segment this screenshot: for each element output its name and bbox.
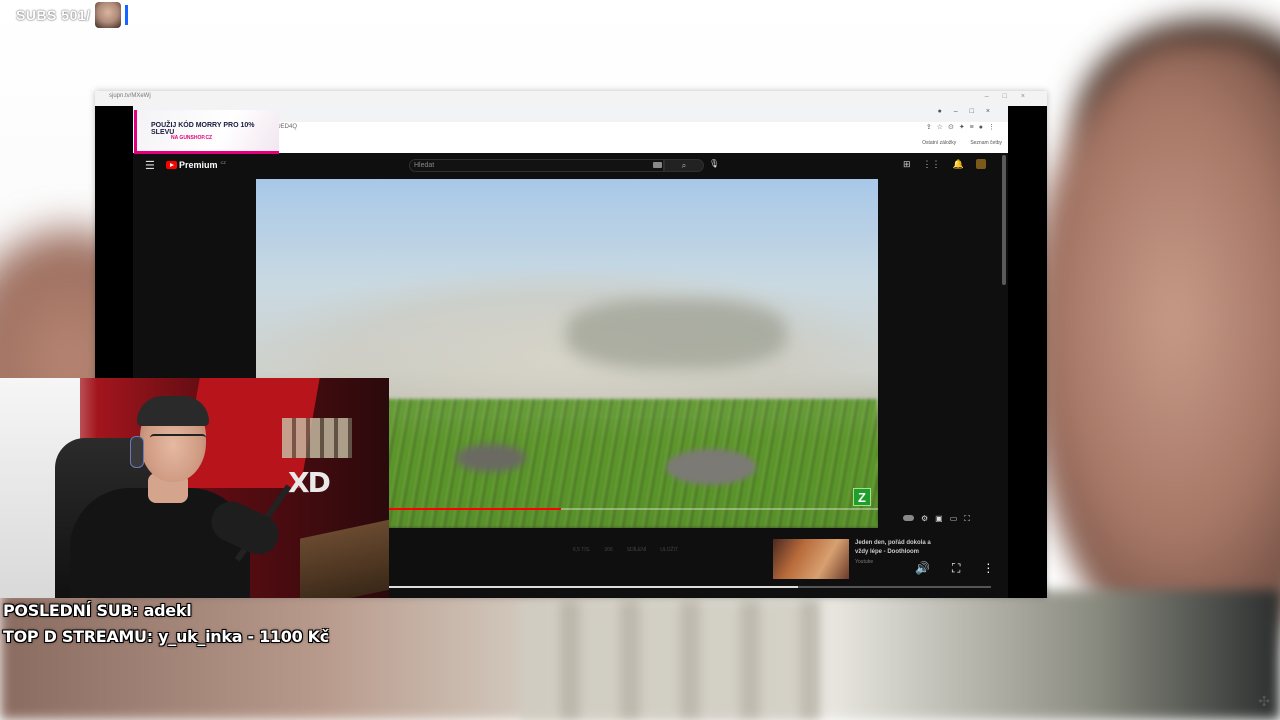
bookmark-reading-list[interactable]: Seznam četby — [970, 140, 1002, 146]
youtube-logo[interactable]: Premium CZ — [166, 160, 226, 170]
share-button[interactable]: SDÍLENÍ — [627, 547, 646, 553]
avatar[interactable] — [975, 159, 986, 169]
microphone-icon[interactable]: 🎙 — [709, 159, 719, 168]
youtube-region: CZ — [220, 159, 226, 165]
save-button[interactable]: ULOŽIT — [660, 547, 678, 553]
more-options-icon[interactable]: ⋮ — [982, 561, 994, 576]
bookmark-other[interactable]: Ostatní záložky — [922, 140, 956, 146]
promo-banner: POUŽIJ KÓD MORRY PRO 10% SLEVU NA GUNSHO… — [134, 110, 279, 154]
settings-gear-icon[interactable]: ⚙ — [921, 514, 928, 524]
youtube-logo-text: Premium — [179, 160, 218, 170]
miniplayer-icon[interactable]: ▣ — [935, 514, 943, 524]
mini-player-controls: 🔊 ⛶ ⋮ — [915, 561, 994, 576]
fullscreen-icon[interactable]: ⛶ — [964, 514, 970, 524]
glasses — [150, 434, 206, 450]
window-controls[interactable]: –□× — [985, 93, 1039, 100]
bookmarks-bar: Ostatní záložky Seznam četby — [922, 140, 1002, 146]
recommended-title[interactable]: Jeden den, pořád dokola a vždy lépe - Do… — [855, 539, 945, 557]
wall-logo-mark: XD — [288, 466, 331, 499]
search-input[interactable]: Hledat — [409, 159, 664, 172]
autoplay-toggle[interactable] — [903, 515, 914, 521]
promo-line-2: NA GUNSHOP.CZ — [171, 135, 213, 141]
inner-window-controls[interactable]: ●–□× — [938, 108, 1002, 115]
dislike-button[interactable]: 306 — [604, 547, 612, 553]
youtube-header: ☰ Premium CZ Hledat ⌕ 🎙 ⊞ ⋮⋮ 🔔 — [133, 153, 1008, 178]
volume-icon[interactable]: 🔊 — [915, 561, 930, 576]
mini-progress-fill — [389, 586, 799, 588]
streamer-cap — [137, 396, 209, 426]
toolbar-icons[interactable]: ⇪☆⊙✦≡●⋮ — [926, 123, 1000, 131]
expand-icon[interactable]: ⛶ — [952, 561, 960, 576]
search-button[interactable]: ⌕ — [664, 159, 704, 172]
header-right-icons: ⊞ ⋮⋮ 🔔 — [903, 159, 986, 170]
scrollbar[interactable] — [1002, 155, 1006, 285]
bell-icon[interactable]: 🔔 — [953, 159, 964, 170]
recommended-thumbnail[interactable] — [773, 539, 849, 579]
corner-logo-icon: ✣ — [1258, 693, 1270, 709]
subs-progress-bar — [124, 5, 128, 25]
window-titlebar: sjupn.tv/MXeWj –□× — [95, 91, 1047, 106]
apps-icon[interactable]: ⋮⋮ — [923, 159, 941, 170]
subs-avatar — [94, 2, 121, 28]
youtube-play-icon — [166, 161, 177, 169]
mini-progress-bar[interactable] — [389, 586, 991, 588]
player-controls: ⚙ ▣ ▭ ⛶ — [903, 514, 970, 524]
theater-mode-icon[interactable]: ▭ — [950, 514, 958, 524]
top-donation-text: TOP D STREAMU: y_uk_inka - 1100 Kč — [3, 627, 329, 646]
last-sub-text: POSLEDNÍ SUB: adekl — [3, 601, 192, 620]
keyboard-icon[interactable] — [653, 162, 662, 168]
create-icon[interactable]: ⊞ — [903, 159, 911, 170]
address-bar[interactable]: 7UED4Q — [273, 124, 873, 135]
subs-counter: SUBS 501/ — [16, 2, 128, 28]
like-button[interactable]: 6,5 TIS. — [573, 547, 590, 553]
subs-label: SUBS 501/ — [16, 7, 91, 23]
webcam-feed: XD — [0, 378, 389, 598]
window-title: sjupn.tv/MXeWj — [109, 93, 151, 99]
video-actions: 6,5 TIS. 306 SDÍLENÍ ULOŽIT — [573, 547, 678, 553]
promo-line-1: POUŽIJ KÓD MORRY PRO 10% SLEVU — [151, 122, 255, 136]
channel-watermark-badge[interactable]: Z — [853, 488, 871, 506]
headphones — [130, 436, 144, 468]
search-icon: ⌕ — [681, 161, 687, 170]
hamburger-menu-icon[interactable]: ☰ — [145, 159, 155, 172]
